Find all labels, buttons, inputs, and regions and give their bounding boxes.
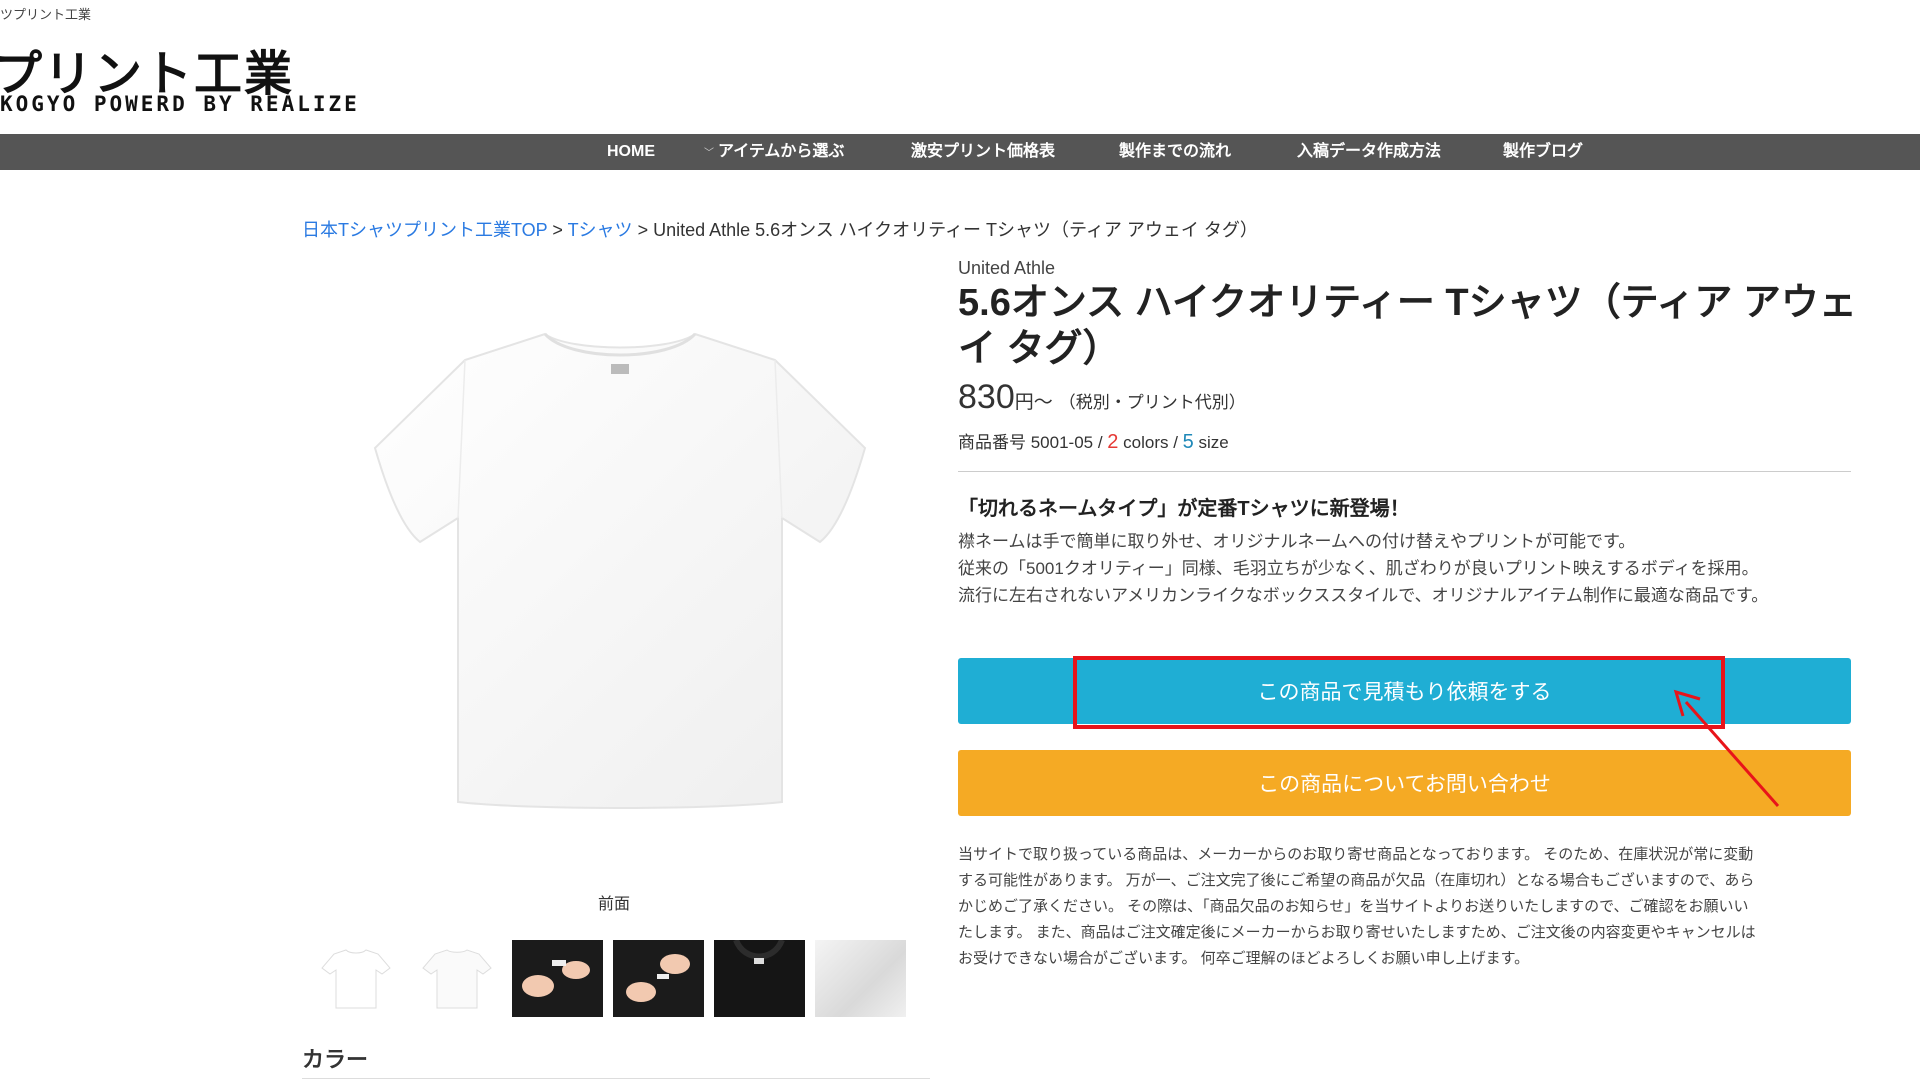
white-tshirt-icon <box>373 332 867 809</box>
product-main-image[interactable] <box>330 290 910 850</box>
colors-label: colors / <box>1118 433 1183 452</box>
thumbnail-white-back[interactable] <box>411 940 502 1017</box>
colors-count: 2 <box>1107 431 1119 453</box>
product-code: 商品番号 5001-05 / <box>958 433 1108 452</box>
nav-item-blog[interactable]: 製作ブログ <box>1503 134 1583 170</box>
nav-item-flow[interactable]: 製作までの流れ <box>1119 134 1231 170</box>
hands-on-fabric-icon <box>512 940 603 1017</box>
nav-item-label: アイテムから選ぶ <box>718 143 845 160</box>
black-tshirt-icon <box>714 940 805 1017</box>
nav-item-price-list[interactable]: 激安プリント価格表 <box>911 134 1055 170</box>
disclaimer-line: お受けできない場合がございます。 何卒ご理解のほどよろしくお願い申し上げます。 <box>958 950 1530 967</box>
product-inquiry-button[interactable]: この商品についてお問い合わせ <box>958 750 1851 816</box>
breadcrumb-home-link[interactable]: 日本Tシャツプリント工業TOP <box>302 220 547 240</box>
breadcrumb-category-link[interactable]: Tシャツ <box>568 220 633 240</box>
site-logo-subtitle: KOGYO POWERD BY REALIZE <box>0 92 360 116</box>
disclaimer-line: たします。 また、商品はご注文確定後にメーカーからお取り寄せいたしますため、ご注… <box>958 924 1756 941</box>
size-count: 5 <box>1182 431 1194 453</box>
view-label: 前面 <box>598 896 631 913</box>
divider <box>958 471 1851 472</box>
feature-heading: 「切れるネームタイプ」が定番Tシャツに新登場！ <box>958 498 1410 520</box>
breadcrumb-separator: > <box>547 220 568 240</box>
nav-item-label: HOME <box>607 143 655 160</box>
breadcrumb: 日本Tシャツプリント工業TOP > Tシャツ > United Athle 5.… <box>302 216 1258 242</box>
white-tshirt-icon <box>320 948 391 1008</box>
nav-item-data-guide[interactable]: 入稿データ作成方法 <box>1297 134 1441 170</box>
thumbnail-black-collar[interactable] <box>714 940 805 1017</box>
feature-line: 襟ネームは手で簡単に取り外せ、オリジナルネームへの付け替えやプリントが可能です。 <box>958 532 1636 551</box>
thumbnail-hands-fabric-2[interactable] <box>613 940 704 1017</box>
chevron-down-icon: ﹀ <box>704 148 714 159</box>
request-quote-button[interactable]: この商品で見積もり依頼をする <box>958 658 1851 724</box>
nav-item-items[interactable]: ﹀ アイテムから選ぶ <box>704 134 844 170</box>
disclaimer-line: する可能性があります。 万が一、ご注文完了後にご希望の商品が欠品（在庫切れ）とな… <box>958 872 1755 889</box>
size-label: size <box>1193 433 1229 452</box>
feature-line: 流行に左右されないアメリカンライクなボックススタイルで、オリジナルアイテム制作に… <box>958 586 1769 605</box>
thumbnail-strip <box>310 940 906 1017</box>
global-nav: HOME ﹀ アイテムから選ぶ 激安プリント価格表 製作までの流れ 入稿データ作成… <box>0 134 1920 170</box>
nav-item-label: 入稿データ作成方法 <box>1297 143 1442 160</box>
nav-item-label: 製作までの流れ <box>1119 143 1232 160</box>
price-line: 830円～ （税別・プリント代別） <box>958 378 1246 417</box>
price-value: 830 <box>958 378 1015 416</box>
stock-disclaimer: 当サイトで取り扱っている商品は、メーカーからのお取り寄せ商品となっております。 … <box>958 842 1858 972</box>
site-tagline: ツプリント工業 <box>0 7 92 22</box>
white-tshirt-icon <box>421 948 492 1008</box>
nav-item-label: 激安プリント価格表 <box>911 143 1056 160</box>
thumbnail-fabric-closeup[interactable] <box>815 940 906 1017</box>
disclaimer-line: 当サイトで取り扱っている商品は、メーカーからのお取り寄せ商品となっております。 … <box>958 846 1754 863</box>
color-section-heading: カラー <box>302 1047 369 1072</box>
feature-description: 襟ネームは手で簡単に取り外せ、オリジナルネームへの付け替えやプリントが可能です。… <box>958 528 1768 609</box>
feature-line: 従来の「5001クオリティー」同様、毛羽立ちが少なく、肌ざわりが良いプリント映え… <box>958 559 1759 578</box>
price-unit: 円～ <box>1014 392 1053 413</box>
nav-item-label: 製作ブログ <box>1503 143 1584 160</box>
breadcrumb-separator: > <box>632 220 654 240</box>
disclaimer-line: かじめご了承ください。 その際は、「商品欠品のお知らせ」を当サイトよりお送りいた… <box>958 898 1749 915</box>
product-brand: United Athle <box>958 258 1056 278</box>
thumbnail-hands-fabric-1[interactable] <box>512 940 603 1017</box>
hands-on-fabric-icon <box>613 940 704 1017</box>
divider <box>302 1078 930 1079</box>
nav-item-home[interactable]: HOME <box>607 134 655 170</box>
product-title: 5.6オンス ハイクオリティー Tシャツ（ティア アウェイ タグ） <box>958 282 1857 370</box>
product-meta: 商品番号 5001-05 / 2 colors / 5 size <box>958 428 1229 454</box>
breadcrumb-current: United Athle 5.6オンス ハイクオリティー Tシャツ（ティア アウ… <box>653 220 1258 240</box>
price-note: （税別・プリント代別） <box>1058 393 1246 412</box>
thumbnail-white-front[interactable] <box>310 940 401 1017</box>
